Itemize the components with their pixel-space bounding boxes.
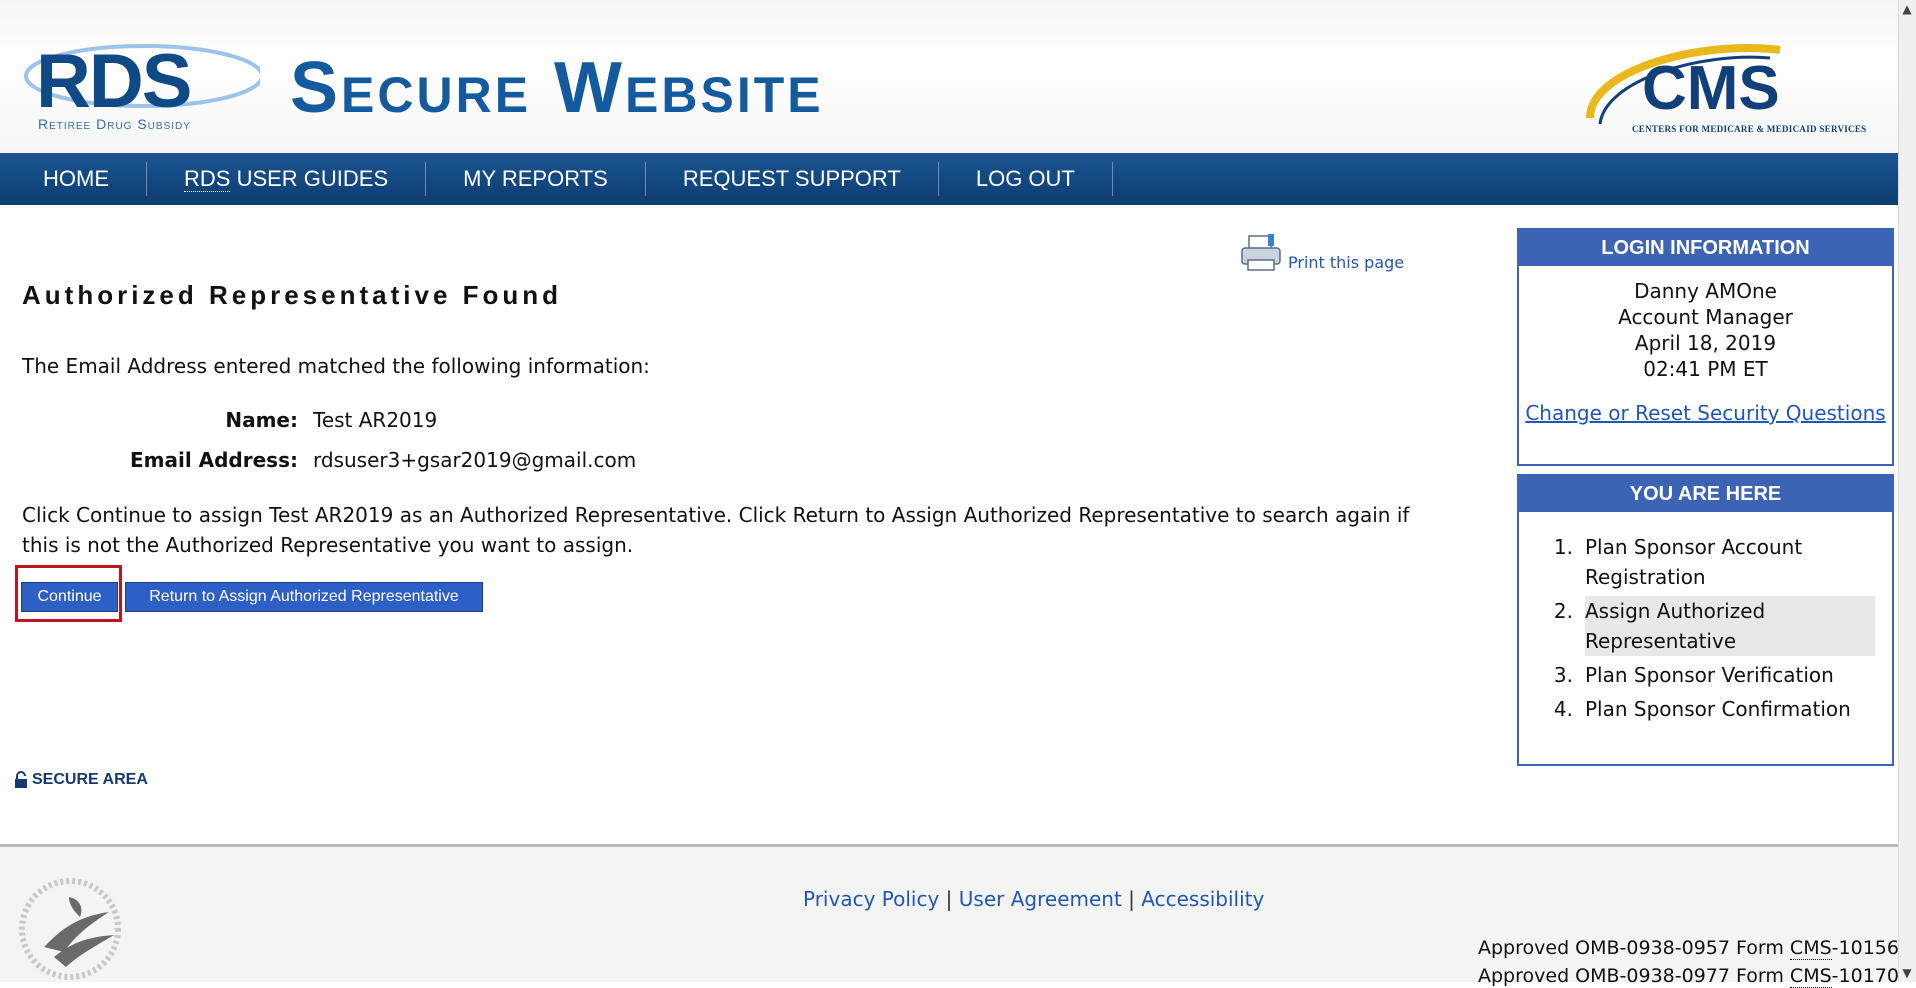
step-label: Plan Sponsor Account Registration	[1585, 535, 1803, 589]
privacy-policy-link[interactable]: Privacy Policy	[803, 887, 939, 911]
email-value: rdsuser3+gsar2019@gmail.com	[313, 448, 637, 472]
lock-icon	[15, 771, 27, 788]
login-date: April 18, 2019	[1634, 331, 1777, 355]
omb-approval-line: Approved OMB-0938-0957 Form CMS-10156	[1478, 937, 1899, 960]
progress-steps: 1. Plan Sponsor Account Registration 2. …	[1519, 512, 1892, 726]
cms-logo-subtitle: CENTERS FOR MEDICARE & MEDICAID SERVICES	[1632, 124, 1867, 134]
nav-request-support[interactable]: REQUEST SUPPORT	[646, 162, 939, 196]
cms-abbr: CMS	[1789, 937, 1832, 960]
secure-area-label: SECURE AREA	[32, 771, 148, 788]
omb-form-number: -10156	[1831, 937, 1899, 959]
step-number: 2.	[1553, 599, 1573, 623]
page-title: Authorized Representative Found	[22, 280, 563, 310]
printer-icon	[1241, 234, 1281, 271]
omb-form-number: -10170	[1831, 965, 1899, 987]
site-footer	[0, 847, 1898, 982]
step-item: 1. Plan Sponsor Account Registration	[1519, 530, 1892, 594]
nav-my-reports[interactable]: MY REPORTS	[426, 162, 646, 196]
login-information-body: Danny AMOne Account Manager April 18, 20…	[1519, 266, 1892, 426]
name-label: Name:	[225, 408, 298, 432]
email-label: Email Address:	[129, 448, 298, 472]
hhs-eagle-logo-icon	[19, 878, 121, 980]
secure-area-indicator: SECURE AREA	[14, 771, 148, 789]
cms-logo-text: CMS	[1642, 54, 1780, 123]
rds-logo[interactable]: RDS Retiree Drug Subsidy	[14, 38, 260, 134]
cms-logo: CMS CENTERS FOR MEDICARE & MEDICAID SERV…	[1580, 40, 1866, 140]
login-information-title: LOGIN INFORMATION	[1519, 230, 1892, 266]
intro-text: The Email Address entered matched the fo…	[22, 354, 650, 378]
step-item: 3. Plan Sponsor Verification	[1519, 658, 1892, 692]
print-page-label: Print this page	[1288, 253, 1405, 272]
omb-text: Approved OMB-0938-0977 Form	[1478, 965, 1790, 987]
name-value: Test AR2019	[313, 408, 438, 432]
step-label: Assign Authorized Representative	[1585, 596, 1875, 656]
nav-home[interactable]: HOME	[0, 162, 147, 196]
you-are-here-title: YOU ARE HERE	[1519, 476, 1892, 512]
login-time: 02:41 PM ET	[1643, 357, 1768, 381]
cms-abbr: CMS	[1789, 965, 1832, 988]
omb-approval-line: Approved OMB-0938-0977 Form CMS-10170	[1478, 965, 1899, 988]
continue-button[interactable]: Continue	[21, 582, 118, 612]
return-to-assign-button[interactable]: Return to Assign Authorized Representati…	[125, 582, 483, 612]
scroll-down-arrow-icon[interactable]: ▼	[1898, 964, 1916, 982]
instructions-text: Click Continue to assign Test AR2019 as …	[22, 503, 1410, 557]
nav-rds-user-guides[interactable]: RDS USER GUIDES	[147, 162, 427, 196]
step-label: Plan Sponsor Verification	[1585, 663, 1834, 687]
footer-separator: |	[1128, 887, 1135, 911]
login-information-panel: LOGIN INFORMATION Danny AMOne Account Ma…	[1517, 228, 1894, 466]
scroll-up-arrow-icon[interactable]: ▲	[1898, 0, 1916, 18]
step-number: 1.	[1553, 535, 1573, 559]
step-item-current: 2. Assign Authorized Representative	[1519, 594, 1892, 658]
omb-text: Approved OMB-0938-0957 Form	[1478, 937, 1790, 959]
accessibility-link[interactable]: Accessibility	[1141, 887, 1264, 911]
print-page-link[interactable]: Print this page	[1240, 234, 1404, 272]
you-are-here-panel: YOU ARE HERE 1. Plan Sponsor Account Reg…	[1517, 474, 1894, 766]
step-item: 4. Plan Sponsor Confirmation	[1519, 692, 1892, 726]
step-label: Plan Sponsor Confirmation	[1585, 697, 1851, 721]
user-agreement-link[interactable]: User Agreement	[959, 887, 1122, 911]
site-header: RDS Retiree Drug Subsidy Secure Website …	[0, 0, 1898, 153]
step-number: 4.	[1553, 697, 1573, 721]
nav-rds-user-guides-rest: USER GUIDES	[230, 166, 389, 191]
main-nav: HOME RDS USER GUIDES MY REPORTS REQUEST …	[0, 153, 1898, 205]
rds-logo-subtitle: Retiree Drug Subsidy	[38, 116, 191, 132]
nav-rds-abbr: RDS	[184, 166, 231, 192]
nav-log-out[interactable]: LOG OUT	[939, 162, 1113, 196]
vertical-scrollbar[interactable]	[1898, 0, 1916, 982]
footer-separator: |	[945, 887, 953, 911]
footer-links: Privacy Policy | User Agreement | Access…	[803, 887, 1264, 911]
site-title: Secure Website	[290, 48, 824, 128]
user-name: Danny AMOne	[1634, 279, 1777, 303]
rds-logo-text: RDS	[36, 39, 192, 124]
user-role: Account Manager	[1618, 305, 1793, 329]
step-number: 3.	[1553, 663, 1573, 687]
change-security-questions-link[interactable]: Change or Reset Security Questions	[1519, 400, 1892, 426]
